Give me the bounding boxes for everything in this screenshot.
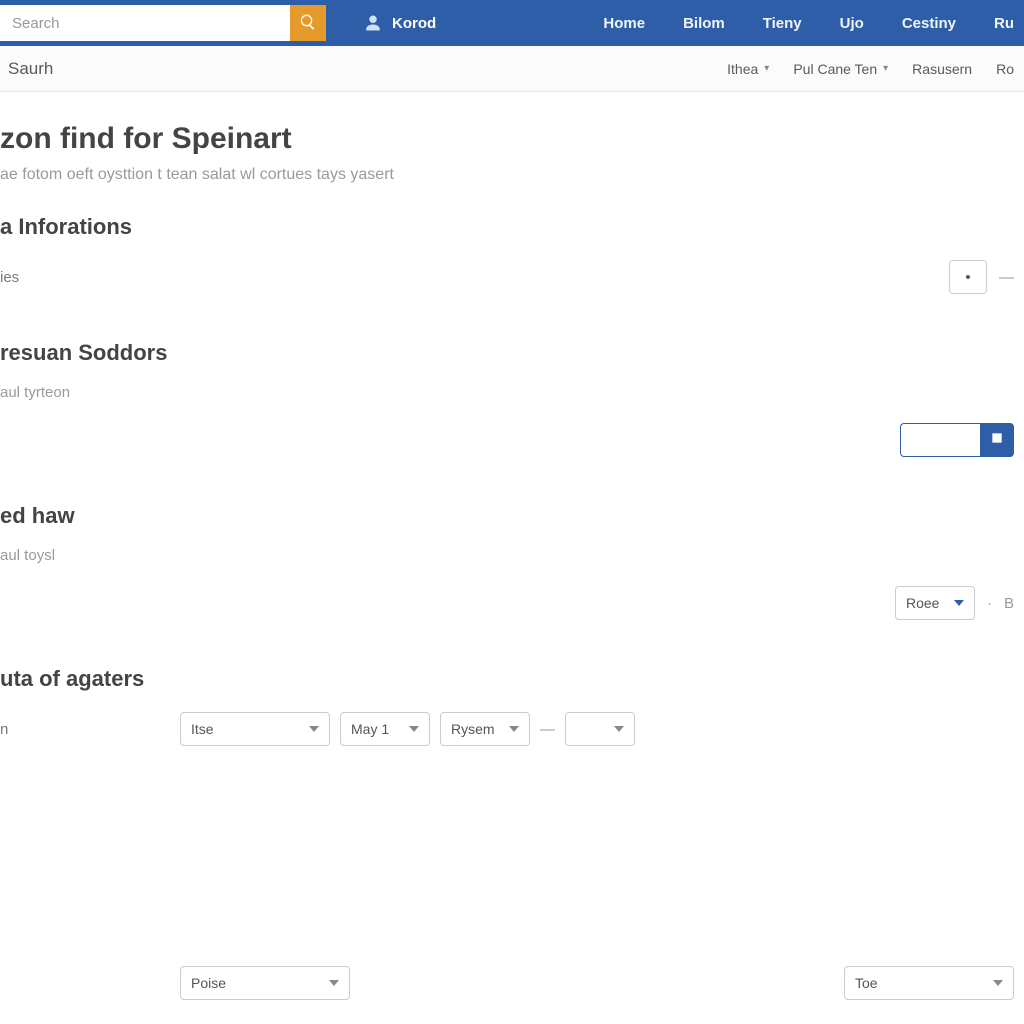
stepper[interactable]: • [949,260,987,294]
separator: · [987,595,992,612]
section-soddors: resuan Soddors aul tyrteon [0,340,1014,459]
select-value: Poise [191,975,226,991]
user-label: Korod [392,15,436,32]
nav-item-bilom[interactable]: Bilom [683,15,725,32]
square-icon [990,431,1004,450]
breadcrumb: Saurh [0,59,53,79]
input-group [900,423,1014,457]
subbar: Saurh Ithea ▾ Pul Cane Ten ▾ Rasusern Ro [0,46,1024,92]
nav-item-home[interactable]: Home [603,15,645,32]
sub-link-2-label: Rasusern [912,61,972,77]
nav-item-cestiny[interactable]: Cestiny [902,15,956,32]
content: zon find for Speinart ae fotom oeft oyst… [0,92,1024,748]
section-title: ed haw [0,503,1014,529]
page-title: zon find for Speinart [0,122,1014,156]
input-addon-button[interactable] [980,423,1014,457]
nav-items: Home Bilom Tieny Ujo Cestiny Ru [603,15,1024,32]
section-haw: ed haw aul toysl Roee · B [0,503,1014,622]
section-hint: aul toysl [0,547,1014,564]
topbar: Korod Home Bilom Tieny Ujo Cestiny Ru [0,0,1024,46]
section-title: a Inforations [0,214,1014,240]
select-value: May 1 [351,721,389,737]
sub-link-0[interactable]: Ithea ▾ [727,61,769,77]
nav-item-tieny[interactable]: Tieny [763,15,802,32]
search-icon [299,13,317,34]
nav-item-ru[interactable]: Ru [994,15,1014,32]
section-title: resuan Soddors [0,340,1014,366]
select-roee[interactable]: Roee [895,586,975,620]
select-value: Rysem [451,721,495,737]
section-hint: aul tyrteon [0,384,1014,401]
select-value: Roee [906,595,939,611]
user-block[interactable]: Korod [364,14,436,32]
search-wrap [0,5,326,41]
subbar-actions: Ithea ▾ Pul Cane Ten ▾ Rasusern Ro [727,61,1014,77]
chevron-down-icon: ▾ [883,63,888,74]
search-input[interactable] [0,5,290,41]
separator: — [540,721,555,738]
select-day[interactable]: May 1 [340,712,430,746]
sub-link-2[interactable]: Rasusern [912,61,972,77]
select-year[interactable]: Rysem [440,712,530,746]
row: n Itse May 1 Rysem — [0,710,1014,748]
select-trailing[interactable] [565,712,635,746]
sub-link-3-label: Ro [996,61,1014,77]
row: ies • — [0,258,1014,296]
nav-item-ujo[interactable]: Ujo [840,15,864,32]
separator: — [999,269,1014,286]
footer-row: Poise Toe [0,966,1024,1000]
section-inforations: a Inforations ies • — [0,214,1014,296]
separator: B [1004,595,1014,612]
sub-link-0-label: Ithea [727,61,758,77]
page-subtitle: ae fotom oeft oysttion t tean salat wl c… [0,166,1014,184]
select-month[interactable]: Itse [180,712,330,746]
sub-link-3[interactable]: Ro [996,61,1014,77]
search-button[interactable] [290,5,326,41]
select-value: Itse [191,721,214,737]
user-icon [364,14,382,32]
section-title: uta of agaters [0,666,1014,692]
select-poise[interactable]: Poise [180,966,350,1000]
sub-link-1[interactable]: Pul Cane Ten ▾ [793,61,888,77]
select-value: Toe [855,975,878,991]
section-agaters: uta of agaters n Itse May 1 Rysem — [0,666,1014,748]
row: Roee · B [0,584,1014,622]
row-label: n [0,721,180,738]
color-input[interactable] [900,423,980,457]
row-label: ies [0,269,180,286]
chevron-down-icon: ▾ [764,63,769,74]
select-toe[interactable]: Toe [844,966,1014,1000]
sub-link-1-label: Pul Cane Ten [793,61,877,77]
row [0,421,1014,459]
